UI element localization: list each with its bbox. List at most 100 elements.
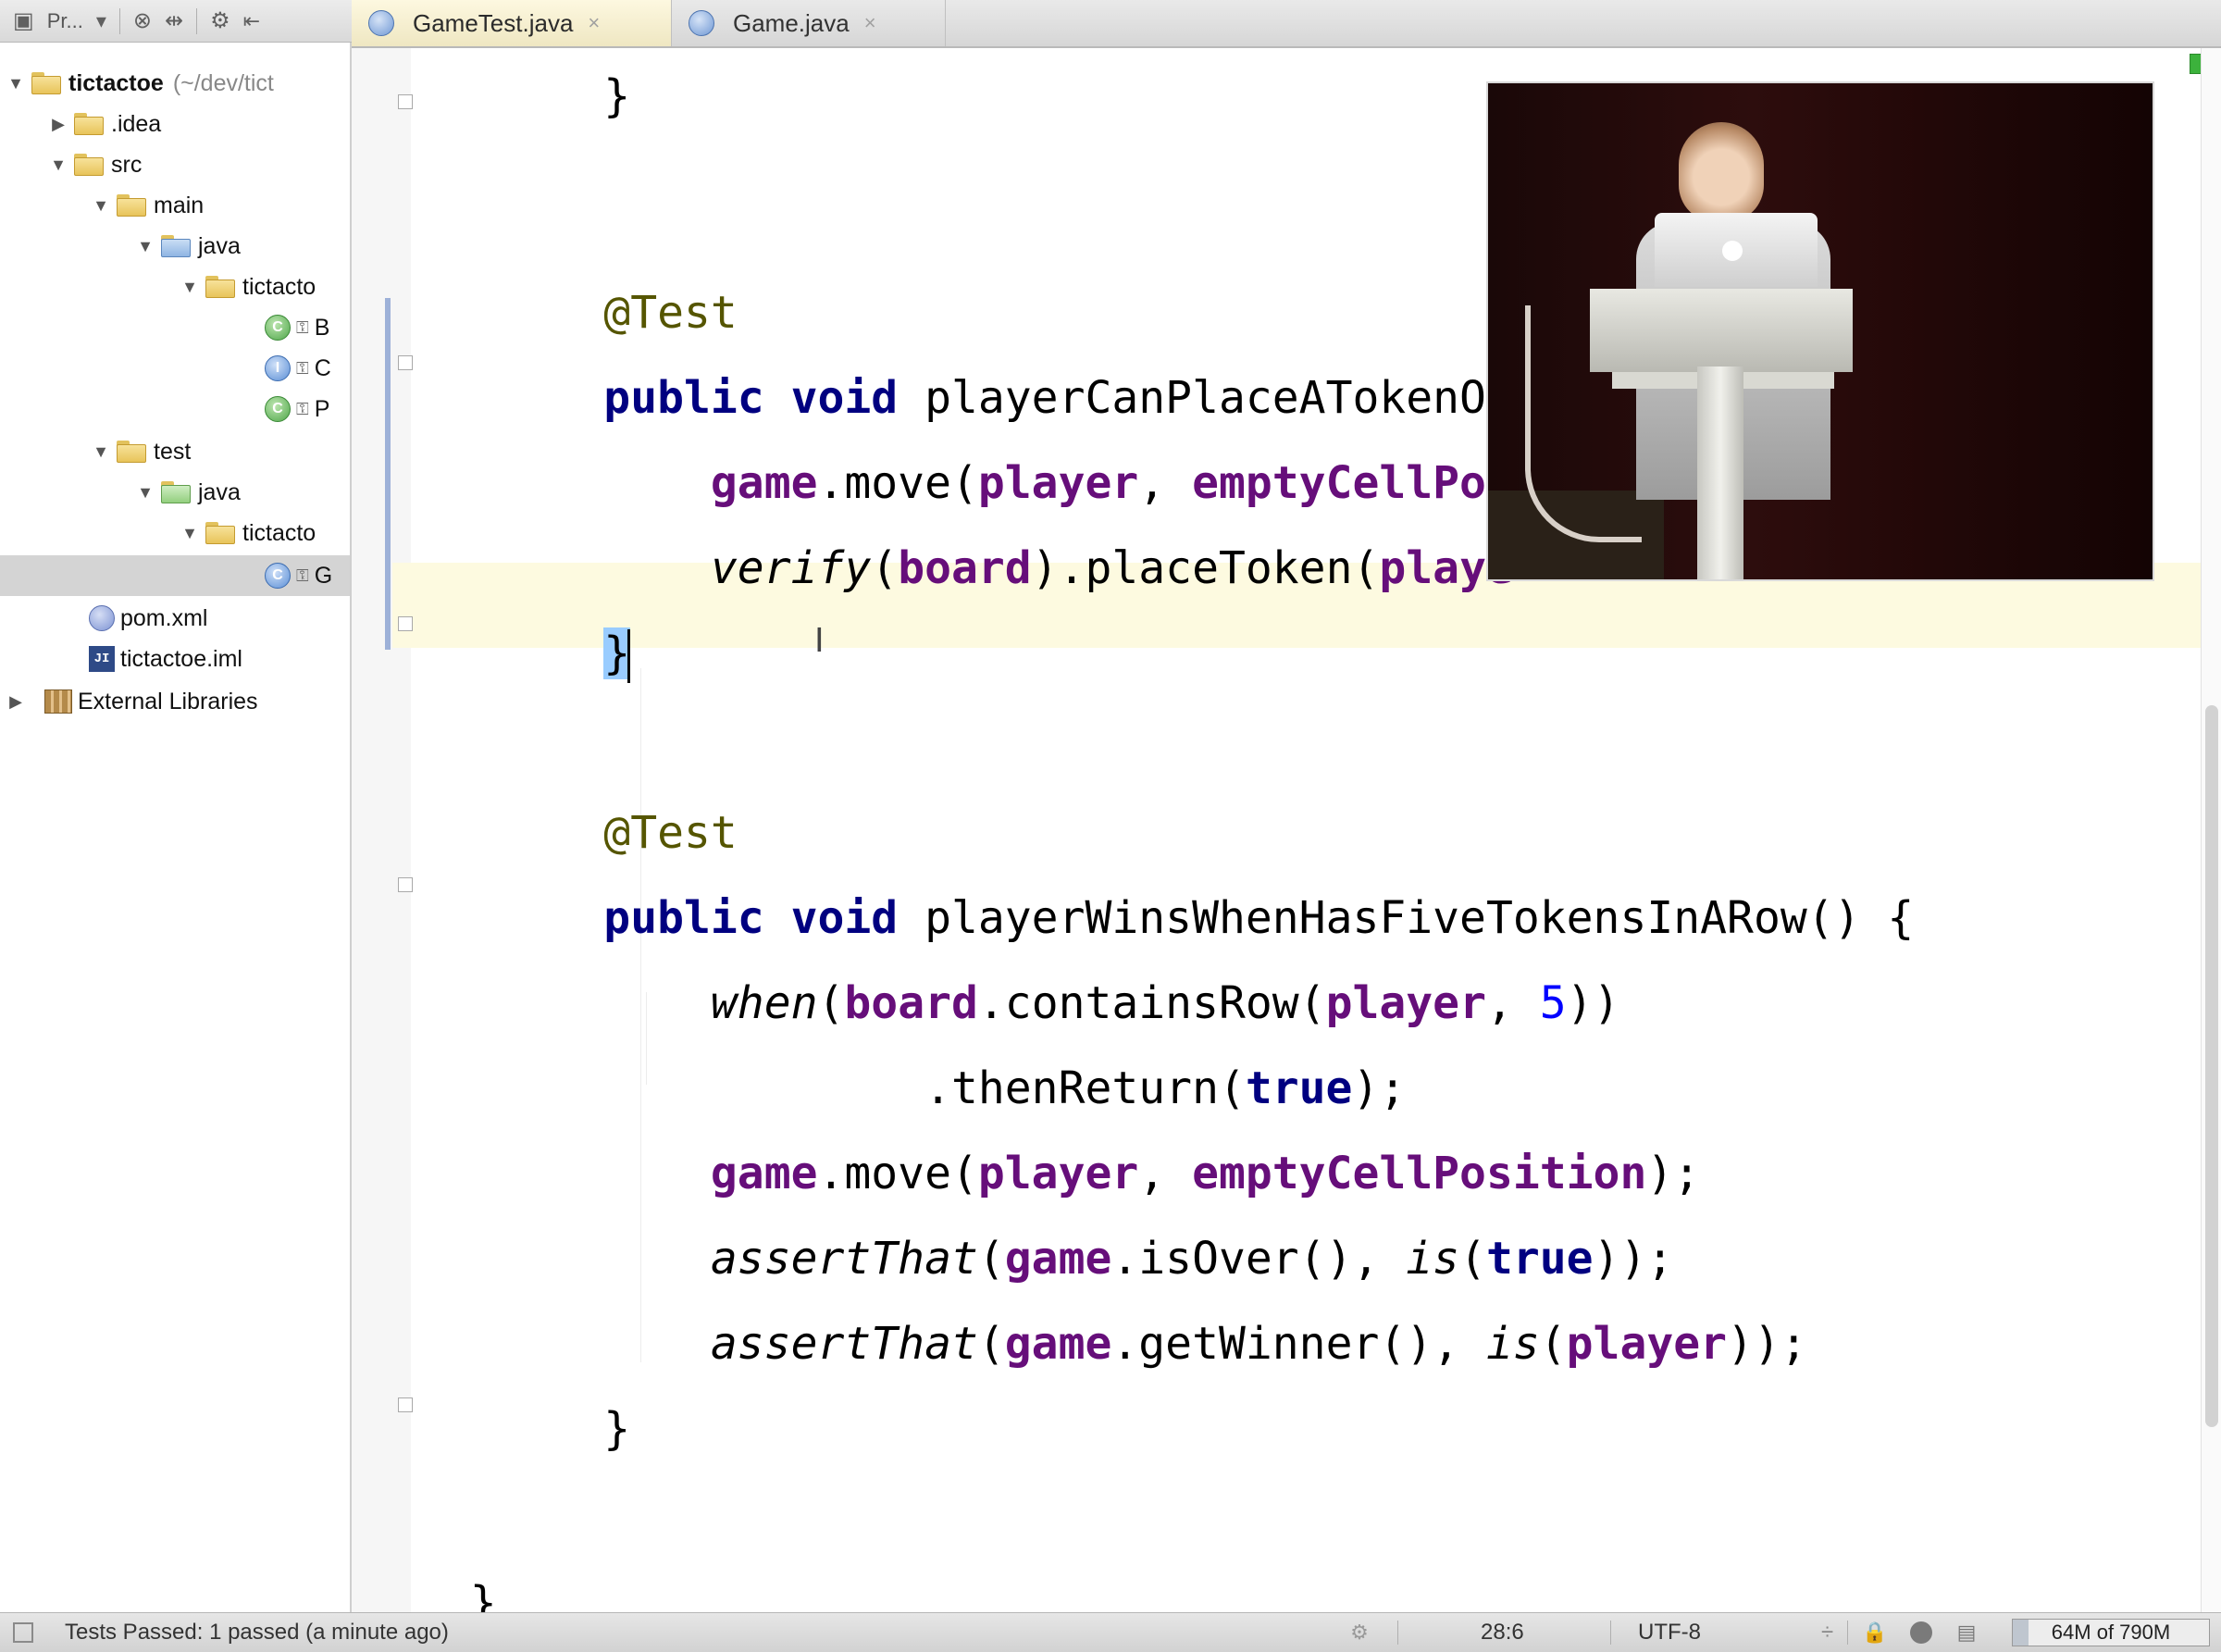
tree-item-main[interactable]: ▼ main — [0, 185, 350, 226]
code-keyword: public — [603, 892, 764, 944]
expand-arrow-icon[interactable]: ▼ — [48, 155, 68, 175]
file-encoding[interactable]: UTF-8 — [1638, 1613, 1701, 1652]
status-separator — [1847, 1621, 1848, 1645]
scrollbar-thumb[interactable] — [2205, 705, 2218, 1427]
folder-icon — [74, 154, 105, 176]
tree-item-main-package[interactable]: ▼ tictacto — [0, 267, 350, 307]
code-token: } — [603, 70, 631, 122]
expand-arrow-icon[interactable]: ▼ — [135, 237, 155, 256]
close-icon[interactable]: × — [864, 11, 876, 35]
expand-arrow-icon[interactable]: ▼ — [135, 483, 155, 503]
code-line: verify(board).placeToken(playe — [416, 526, 1513, 611]
code-token: )); — [1593, 1233, 1674, 1285]
editor-vertical-scrollbar[interactable] — [2201, 48, 2221, 1612]
expand-arrow-icon[interactable]: ▼ — [91, 442, 111, 462]
status-separator — [1610, 1621, 1611, 1645]
test-source-folder-icon — [161, 481, 192, 503]
project-view-icon[interactable]: ▣ — [13, 8, 34, 34]
tree-item-test-package[interactable]: ▼ tictacto — [0, 513, 350, 553]
tree-item-test[interactable]: ▼ test — [0, 431, 350, 472]
folder-icon — [74, 113, 105, 135]
fold-icon[interactable] — [398, 94, 413, 109]
caret-position[interactable]: 28:6 — [1481, 1613, 1524, 1652]
tree-item-root[interactable]: ▼ tictactoe (~/dev/tict — [0, 63, 350, 104]
tree-item-test-java[interactable]: ▼ java — [0, 472, 350, 513]
tree-item-class[interactable]: I ⚿ C — [0, 348, 350, 389]
close-icon[interactable]: × — [588, 11, 600, 35]
settings-icon[interactable]: ⚙ — [210, 8, 230, 34]
event-log-icon[interactable]: ▤ — [1956, 1622, 1977, 1643]
project-view-selector[interactable]: Pr... — [47, 9, 83, 33]
code-token: , — [1138, 1148, 1193, 1199]
tree-item-label: B — [314, 314, 330, 341]
code-line: public void playerWinsWhenHasFiveTokensI… — [416, 876, 1914, 961]
code-line: game.move(player, emptyCellPos — [416, 441, 1513, 526]
access-icon: ⚿ — [296, 399, 309, 418]
code-field: game — [710, 457, 818, 509]
class-icon: C — [265, 396, 291, 422]
code-token: } — [603, 1403, 631, 1455]
code-token: playerCanPlaceATokenOn — [898, 372, 1513, 424]
tree-item-label: java — [198, 478, 241, 505]
tree-item-class[interactable]: C ⚿ B — [0, 307, 350, 348]
code-token: } — [469, 1577, 497, 1612]
encoding-dropdown-icon[interactable]: ÷ — [1821, 1613, 1833, 1652]
editor-gutter[interactable] — [352, 48, 411, 1612]
maven-file-icon — [89, 605, 115, 631]
tree-item-class[interactable]: C ⚿ P — [0, 389, 350, 429]
code-token: .move( — [817, 457, 978, 509]
fold-icon[interactable] — [398, 1397, 413, 1412]
tree-item-label: tictacto — [242, 519, 316, 546]
code-static-call: assertThat — [710, 1233, 978, 1285]
tree-item-pom[interactable]: pom.xml — [0, 598, 350, 639]
tree-item-iml[interactable]: JI tictactoe.iml — [0, 639, 350, 679]
tree-item-idea[interactable]: ▶ .idea — [0, 104, 350, 144]
collapse-arrow-icon[interactable]: ▶ — [48, 115, 68, 134]
library-icon — [44, 689, 72, 714]
tree-item-test-class[interactable]: C ⚿ G — [0, 555, 350, 596]
tree-item-main-java[interactable]: ▼ java — [0, 226, 350, 267]
tab-game[interactable]: Game.java × — [672, 0, 946, 46]
hide-icon[interactable]: ⇤ — [243, 8, 260, 34]
test-class-icon — [368, 10, 394, 36]
test-class-icon: C — [265, 563, 291, 589]
tree-item-label: tictactoe — [68, 69, 164, 96]
memory-indicator[interactable]: 64M of 790M — [2012, 1619, 2210, 1646]
background-tasks-icon[interactable]: ⚙ — [1349, 1622, 1370, 1643]
tab-gametest[interactable]: GameTest.java × — [352, 0, 672, 46]
expand-arrow-icon[interactable]: ▼ — [91, 196, 111, 216]
fold-icon[interactable] — [398, 616, 413, 631]
code-line: } — [416, 1560, 497, 1612]
code-line: assertThat(game.getWinner(), is(player))… — [416, 1301, 1807, 1386]
change-marker[interactable] — [385, 298, 391, 650]
code-keyword: void — [790, 372, 899, 424]
scroll-from-source-icon[interactable]: ⊗ — [133, 8, 152, 34]
tree-item-external-libraries[interactable]: ▶ External Libraries — [0, 681, 350, 722]
code-field: game — [710, 1148, 818, 1199]
package-icon — [205, 522, 237, 544]
lock-icon[interactable]: 🔒 — [1862, 1622, 1887, 1643]
collapse-all-icon[interactable]: ⇹ — [165, 8, 183, 34]
dropdown-icon[interactable]: ▾ — [96, 8, 106, 34]
code-static-call: when — [710, 977, 818, 1029]
inspector-icon[interactable] — [1910, 1621, 1932, 1644]
tree-item-src[interactable]: ▼ src — [0, 144, 350, 185]
access-icon: ⚿ — [296, 317, 309, 337]
toolbar-separator — [118, 7, 120, 34]
editor-tab-bar: GameTest.java × Game.java × — [352, 0, 2221, 48]
fold-icon[interactable] — [398, 877, 413, 892]
code-field: game — [1004, 1233, 1112, 1285]
code-keyword: void — [790, 892, 899, 944]
collapse-arrow-icon[interactable]: ▶ — [6, 692, 26, 712]
code-token: ( — [871, 542, 899, 594]
toggle-tool-windows-icon[interactable] — [13, 1622, 33, 1643]
fold-icon[interactable] — [398, 355, 413, 370]
code-keyword: true — [1485, 1233, 1594, 1285]
status-message[interactable]: Tests Passed: 1 passed (a minute ago) — [65, 1613, 449, 1652]
code-line: } — [416, 611, 631, 696]
expand-arrow-icon[interactable]: ▼ — [180, 278, 200, 297]
expand-arrow-icon[interactable]: ▼ — [180, 524, 200, 543]
code-token: ( — [1459, 1233, 1486, 1285]
expand-arrow-icon[interactable]: ▼ — [6, 74, 26, 93]
package-icon — [205, 276, 237, 298]
